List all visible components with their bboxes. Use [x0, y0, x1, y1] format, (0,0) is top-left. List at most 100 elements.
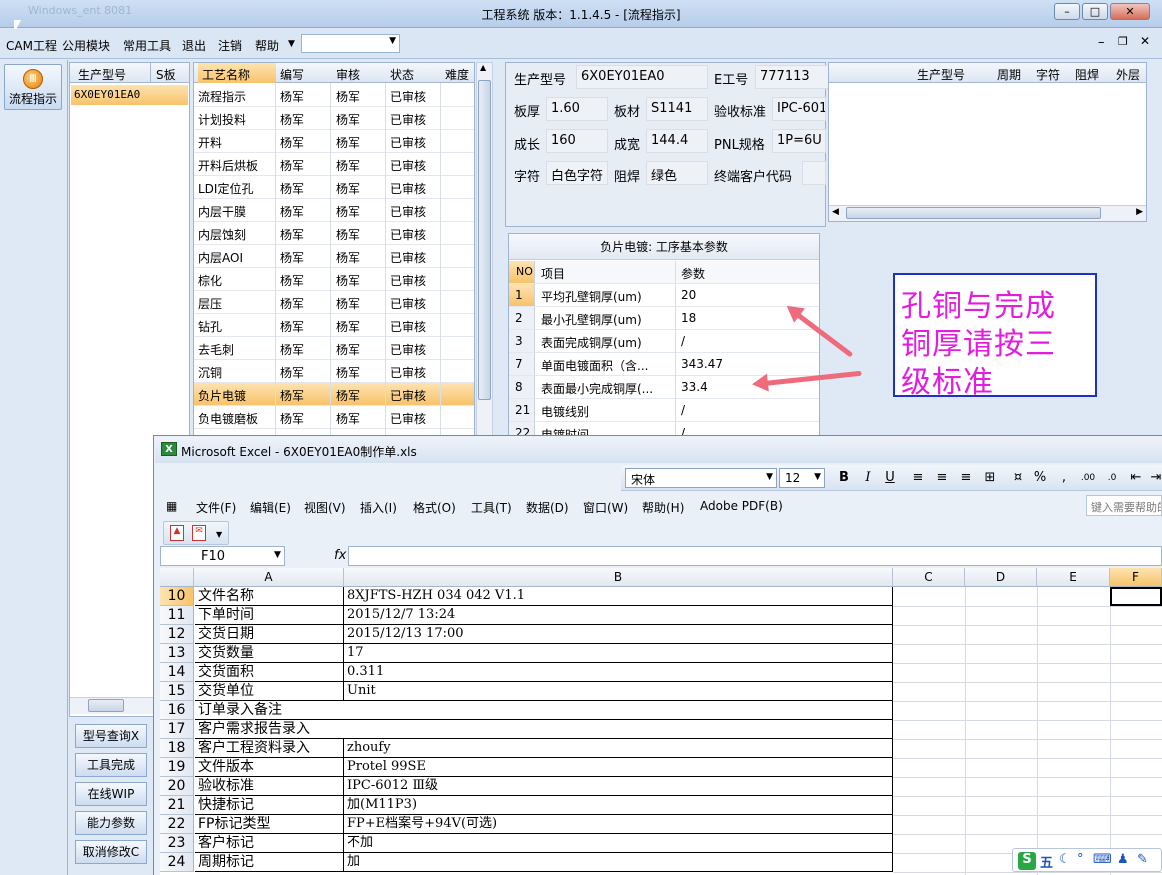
mdi-restore-icon[interactable]: ❐ — [1118, 35, 1128, 48]
toolbar-options-icon[interactable]: ▼ — [216, 530, 222, 539]
process-row[interactable]: 内层干膜 杨军 杨军 已审核 — [194, 199, 474, 222]
cell-b[interactable]: 2015/12/7 13:24 — [344, 606, 893, 625]
param-row[interactable]: 3 表面完成铜厚(um) / — [509, 330, 819, 353]
menu-tools[interactable]: 常用工具 — [123, 37, 171, 54]
menu-help[interactable]: 帮助 — [255, 37, 279, 54]
row-header[interactable]: 19 — [160, 758, 194, 777]
col-header-B[interactable]: B — [344, 568, 893, 587]
decrease-decimal-icon[interactable]: .0 — [1103, 469, 1121, 487]
cell-a[interactable]: 验收标准 — [195, 777, 344, 796]
mdi-close-icon[interactable]: ✕ — [1140, 34, 1150, 48]
row-header[interactable]: 20 — [160, 777, 194, 796]
merge-center-icon[interactable]: ⊞ — [981, 469, 999, 487]
cell-a[interactable]: 周期标记 — [195, 853, 344, 872]
process-row[interactable]: 层压 杨军 杨军 已审核 — [194, 291, 474, 314]
related-hscroll-thumb[interactable] — [846, 207, 1101, 219]
process-row[interactable]: 内层AOI 杨军 杨军 已审核 — [194, 245, 474, 268]
cell-b[interactable]: 0.311 — [344, 663, 893, 682]
field-char[interactable]: 白色字符 — [546, 161, 608, 185]
menu-exit[interactable]: 退出 — [182, 37, 206, 54]
process-row[interactable]: 棕化 杨军 杨军 已审核 — [194, 268, 474, 291]
cell-a[interactable]: 交货单位 — [195, 682, 344, 701]
chevron-down-icon[interactable]: ▼ — [288, 39, 295, 49]
menu-common-module[interactable]: 公用模块 — [62, 37, 110, 54]
cell-b[interactable]: IPC-6012 Ⅲ级 — [344, 777, 893, 796]
increase-decimal-icon[interactable]: .00 — [1079, 469, 1097, 487]
row-header[interactable]: 14 — [160, 663, 194, 682]
underline-icon[interactable]: U — [881, 469, 899, 487]
row-header[interactable]: 24 — [160, 853, 194, 872]
excel-menu-adobe-pdf[interactable]: Adobe PDF(B) — [700, 499, 783, 513]
outdent-icon[interactable]: ⇤ — [1127, 469, 1145, 487]
punctuation-icon[interactable]: ° — [1077, 852, 1084, 867]
cell-a[interactable]: 交货面积 — [195, 663, 344, 682]
help-search-input[interactable]: 键入需要帮助的问题 — [1086, 495, 1162, 516]
col-header-value[interactable]: 参数 — [681, 265, 705, 282]
excel-menu-file[interactable]: 文件(F) — [196, 499, 236, 516]
row-header[interactable]: 18 — [160, 739, 194, 758]
process-row[interactable]: LDI定位孔 杨军 杨军 已审核 — [194, 176, 474, 199]
model-hscroll-thumb[interactable] — [88, 699, 124, 712]
cell-b[interactable]: 加(M11P3) — [344, 796, 893, 815]
process-row[interactable]: 开料 杨军 杨军 已审核 — [194, 130, 474, 153]
field-mask[interactable]: 绿色 — [646, 161, 708, 185]
online-wip-button[interactable]: 在线WIP — [75, 782, 147, 806]
row-header[interactable]: 21 — [160, 796, 194, 815]
cell-a[interactable]: FP标记类型 — [195, 815, 344, 834]
cell-a[interactable]: 客户标记 — [195, 834, 344, 853]
col-header-model[interactable]: 生产型号 — [78, 66, 126, 83]
cell-b[interactable]: Unit — [344, 682, 893, 701]
col-header-difficulty[interactable]: 难度 — [445, 66, 469, 83]
model-list-row[interactable]: 6X0EY01EA0 — [71, 85, 188, 105]
capability-params-button[interactable]: 能力参数 — [75, 811, 147, 835]
cell-a[interactable]: 交货数量 — [195, 644, 344, 663]
process-row[interactable]: 开料后烘板 杨军 杨军 已审核 — [194, 153, 474, 176]
row-header[interactable]: 16 — [160, 701, 194, 720]
col-header-r-cycle[interactable]: 周期 — [997, 66, 1021, 83]
excel-menu-help[interactable]: 帮助(H) — [642, 499, 684, 516]
excel-menu-window[interactable]: 窗口(W) — [583, 499, 628, 516]
cancel-edit-button[interactable]: 取消修改C — [75, 840, 147, 864]
cell-b[interactable]: Protel 99SE — [344, 758, 893, 777]
cell-b[interactable]: 8XJFTS-HZH 034 042 V1.1 — [344, 587, 893, 606]
pdf-email-icon[interactable]: ✉ — [192, 525, 206, 541]
model-query-button[interactable]: 型号查询X — [75, 724, 147, 748]
formula-bar-input[interactable] — [348, 546, 1162, 566]
menu-logout[interactable]: 注销 — [218, 37, 242, 54]
cell-b[interactable]: 17 — [344, 644, 893, 663]
row-header[interactable]: 11 — [160, 606, 194, 625]
row-header[interactable]: 17 — [160, 720, 194, 739]
row-header[interactable]: 10 — [160, 587, 194, 606]
select-all-corner[interactable] — [160, 568, 194, 587]
font-size-select[interactable]: 12 ▼ — [779, 468, 825, 488]
toolbar-combo[interactable]: ▼ — [301, 34, 400, 53]
cell-b[interactable]: zhoufy — [344, 739, 893, 758]
excel-menu-format[interactable]: 格式(O) — [413, 499, 456, 516]
col-header-C[interactable]: C — [893, 568, 965, 587]
col-header-process-name[interactable]: 工艺名称 — [198, 63, 276, 83]
field-accept-std[interactable]: IPC-601 — [772, 97, 826, 121]
excel-menu-data[interactable]: 数据(D) — [526, 499, 569, 516]
excel-doc-icon[interactable]: ▦ — [166, 499, 177, 513]
cell-a[interactable]: 文件名称 — [195, 587, 344, 606]
col-header-D[interactable]: D — [965, 568, 1037, 587]
italic-icon[interactable]: I — [859, 469, 877, 487]
process-row[interactable]: 钻孔 杨军 杨军 已审核 — [194, 314, 474, 337]
field-cust-code[interactable] — [802, 161, 826, 185]
ime-logo-icon[interactable]: S — [1018, 852, 1036, 870]
cell-a[interactable]: 交货日期 — [195, 625, 344, 644]
name-box[interactable]: F10 ▼ — [160, 546, 285, 566]
selected-cell-f10[interactable] — [1110, 587, 1162, 606]
process-row[interactable]: 负电镀磨板 杨军 杨军 已审核 — [194, 406, 474, 429]
flow-indicator-button[interactable]: Ⅲ 流程指示 — [4, 64, 62, 110]
pdf-convert-icon[interactable]: ▲ — [170, 525, 184, 541]
scroll-up-icon[interactable]: ▲ — [480, 63, 486, 72]
cell-b[interactable]: 2015/12/13 17:00 — [344, 625, 893, 644]
param-row[interactable]: 1 平均孔壁铜厚(um) 20 — [509, 284, 819, 307]
col-header-r-outer[interactable]: 外层 — [1116, 66, 1140, 83]
process-vscroll-thumb[interactable] — [478, 80, 491, 400]
row-header[interactable]: 13 — [160, 644, 194, 663]
field-material[interactable]: S1141 — [646, 97, 708, 121]
scroll-right-icon[interactable]: ▶ — [1136, 207, 1143, 217]
field-thickness[interactable]: 1.60 — [546, 97, 608, 121]
